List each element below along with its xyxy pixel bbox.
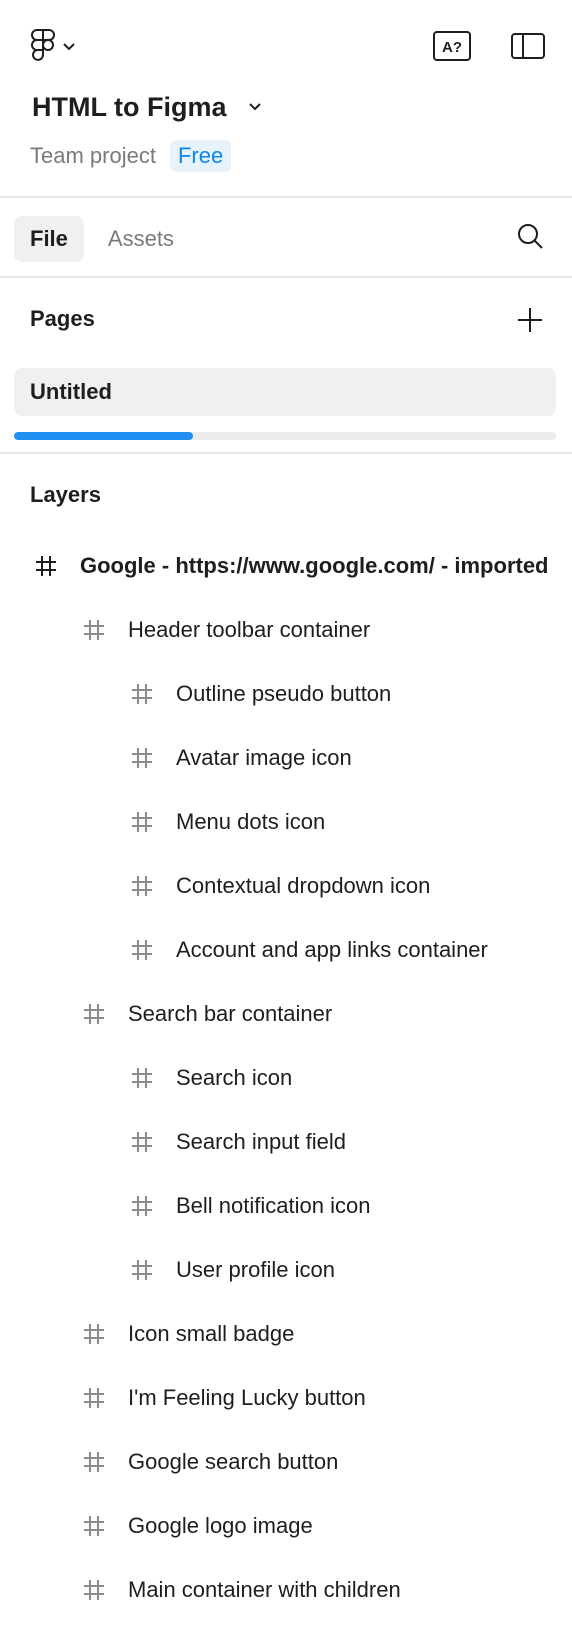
panel-header: A? HTML to Figma Team project Free [0, 0, 572, 196]
frame-icon [130, 682, 154, 706]
layer-label: Menu dots icon [176, 809, 326, 834]
divider [0, 276, 572, 278]
frame-icon [82, 1578, 106, 1602]
page-item-untitled[interactable]: Untitled [14, 368, 556, 416]
layer-label: I'm Feeling Lucky button [128, 1385, 366, 1410]
layer-row[interactable]: Contextual dropdown icon [0, 862, 572, 910]
frame-icon [130, 938, 154, 962]
layer-row[interactable]: Main container with children [0, 1566, 572, 1614]
layer-label: User profile icon [176, 1257, 335, 1282]
layer-row[interactable]: User profile icon [0, 1246, 572, 1294]
layer-row[interactable]: Avatar image icon [0, 734, 572, 782]
frame-icon [130, 746, 154, 770]
layer-row[interactable]: Menu dots icon [0, 798, 572, 846]
frame-icon [82, 1322, 106, 1346]
layer-label: Main container with children [128, 1577, 401, 1602]
frame-icon [82, 618, 106, 642]
layer-label: Avatar image icon [176, 745, 352, 770]
layer-row[interactable]: Search bar container [0, 990, 572, 1038]
layer-label: Google search button [128, 1449, 339, 1474]
pages-section-title: Pages [30, 306, 95, 331]
frame-icon [130, 1066, 154, 1090]
layer-label: Search bar container [128, 1001, 333, 1026]
main-menu-button[interactable] [30, 28, 90, 68]
chevron-down-icon [62, 39, 76, 57]
project-title: HTML to Figma [32, 92, 227, 122]
layer-label: Google - https://www.google.com/ - impor… [80, 553, 549, 578]
layer-row[interactable]: Google - https://www.google.com/ - impor… [0, 542, 572, 590]
divider [0, 196, 572, 198]
pages-scrollbar[interactable] [14, 432, 556, 440]
page-item-label: Untitled [30, 379, 112, 404]
project-type-label: Team project [30, 143, 156, 168]
layer-row[interactable]: Search input field [0, 1118, 572, 1166]
frame-icon [82, 1386, 106, 1410]
font-check-button[interactable]: A? [432, 30, 472, 66]
svg-text:A?: A? [442, 39, 462, 56]
search-icon [516, 222, 544, 255]
layer-row[interactable]: Google logo image [0, 1502, 572, 1550]
frame-icon [34, 554, 58, 578]
layer-label: Icon small badge [128, 1321, 295, 1346]
project-title-dropdown[interactable]: HTML to Figma [32, 92, 262, 123]
layer-row[interactable]: Bell notification icon [0, 1182, 572, 1230]
frame-icon [82, 1514, 106, 1538]
layer-row[interactable]: Google search button [0, 1438, 572, 1486]
font-check-icon: A? [433, 30, 471, 66]
frame-icon [82, 1450, 106, 1474]
layer-row[interactable]: I'm Feeling Lucky button [0, 1374, 572, 1422]
tab-file[interactable]: File [14, 216, 84, 262]
frame-icon [130, 810, 154, 834]
frame-icon [130, 1130, 154, 1154]
project-meta: Team project Free [30, 140, 232, 172]
sidebar-toggle-button[interactable] [508, 30, 548, 66]
layer-row[interactable]: Header toolbar container [0, 606, 572, 654]
scrollbar-thumb[interactable] [14, 432, 193, 440]
layers-section-title: Layers [30, 482, 101, 507]
layer-label: Search icon [176, 1065, 293, 1090]
layer-label: Bell notification icon [176, 1193, 371, 1218]
tab-assets[interactable]: Assets [92, 216, 190, 262]
layer-label: Account and app links container [176, 937, 488, 962]
layer-label: Google logo image [128, 1513, 313, 1538]
plus-icon [517, 307, 543, 338]
frame-icon [130, 1194, 154, 1218]
layer-row[interactable]: Outline pseudo button [0, 670, 572, 718]
layer-row[interactable]: Search icon [0, 1054, 572, 1102]
plan-badge[interactable]: Free [169, 140, 232, 172]
frame-icon [130, 1258, 154, 1282]
frame-icon [82, 1002, 106, 1026]
layer-row[interactable]: Account and app links container [0, 926, 572, 974]
add-page-button[interactable] [510, 302, 550, 342]
layer-row[interactable]: Icon small badge [0, 1310, 572, 1358]
layer-label: Outline pseudo button [176, 681, 392, 706]
layer-label: Header toolbar container [128, 617, 371, 642]
layer-label: Contextual dropdown icon [176, 873, 431, 898]
search-button[interactable] [510, 218, 550, 258]
sidebar-toggle-icon [511, 32, 545, 64]
frame-icon [130, 874, 154, 898]
layer-label: Search input field [176, 1129, 346, 1154]
panel-tabs: File Assets [14, 216, 190, 262]
chevron-down-icon [248, 99, 262, 117]
divider [0, 452, 572, 454]
figma-logo-icon [30, 28, 56, 68]
